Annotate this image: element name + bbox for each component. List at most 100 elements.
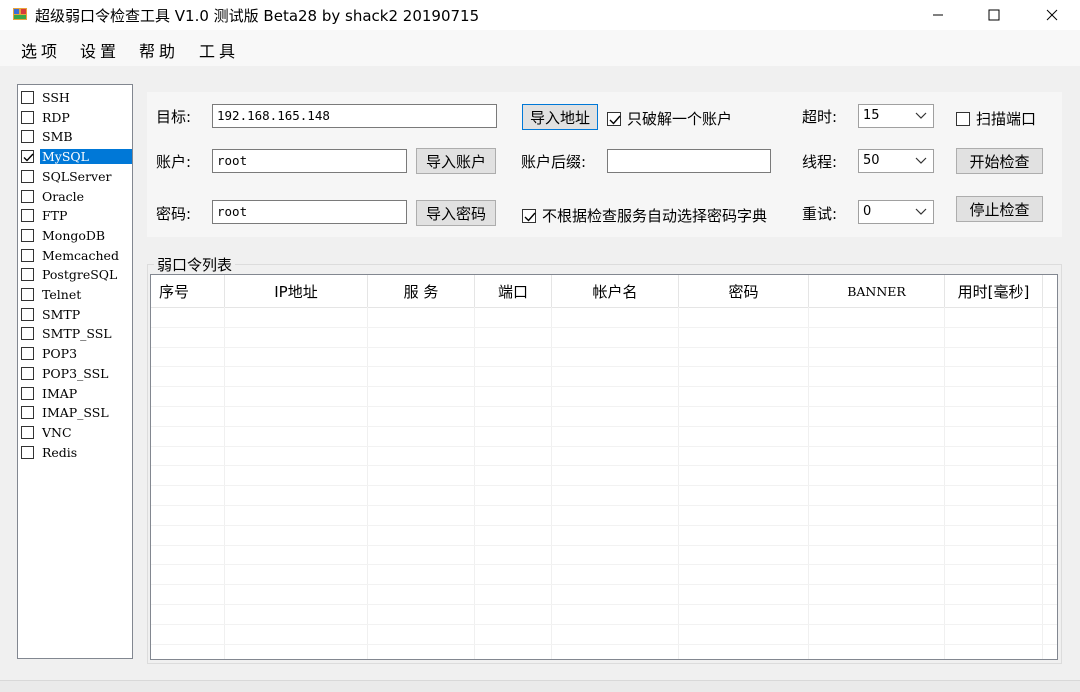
table-row	[151, 524, 1057, 526]
service-item-label: PostgreSQL	[42, 267, 118, 283]
stop-check-button[interactable]: 停止检查	[956, 196, 1043, 222]
service-item-ftp[interactable]: FTP	[21, 206, 132, 225]
threads-value: 50	[863, 153, 880, 168]
service-item-rdp[interactable]: RDP	[21, 108, 132, 127]
checkbox-box[interactable]	[21, 347, 34, 361]
checkbox-box[interactable]	[21, 169, 34, 183]
app-icon	[12, 6, 28, 22]
column-header[interactable]: 密码	[679, 275, 809, 307]
service-item-vnc[interactable]: VNC	[21, 423, 132, 442]
threads-label: 线程:	[802, 153, 838, 171]
chevron-down-icon	[915, 208, 927, 215]
service-item-memcached[interactable]: Memcached	[21, 246, 132, 265]
menu-tools[interactable]: 工具	[199, 38, 239, 62]
retry-label: 重试:	[802, 205, 838, 223]
service-item-redis[interactable]: Redis	[21, 443, 132, 462]
checkbox-box[interactable]	[21, 189, 34, 203]
column-divider	[1042, 307, 1043, 659]
checkbox-box[interactable]	[21, 110, 34, 124]
import-account-button[interactable]: 导入账户	[416, 148, 496, 174]
import-password-button[interactable]: 导入密码	[416, 200, 496, 226]
checkbox-box[interactable]	[21, 248, 34, 262]
menu-settings[interactable]: 设置	[80, 38, 120, 62]
table-row	[151, 465, 1057, 467]
minimize-icon	[933, 14, 943, 16]
results-group-title: 弱口令列表	[154, 254, 236, 275]
minimize-button[interactable]	[910, 0, 966, 30]
column-divider	[808, 307, 809, 659]
menu-options[interactable]: 选项	[21, 38, 61, 62]
results-table[interactable]: 序号 IP地址服 务端口 帐户名 密码 BANNER 用时[毫秒]	[150, 274, 1058, 660]
service-item-label: FTP	[42, 208, 68, 224]
table-row	[151, 485, 1057, 487]
checkbox-box[interactable]	[522, 208, 536, 223]
service-item-telnet[interactable]: Telnet	[21, 285, 132, 304]
service-checklist[interactable]: SSH RDP SMB MySQL SQLServer Oracle FTP MongoDB M…	[17, 84, 133, 659]
target-input[interactable]: 192.168.165.148	[212, 104, 497, 128]
checkbox-box[interactable]	[21, 91, 34, 104]
column-header[interactable]: 用时[毫秒]	[945, 275, 1043, 307]
timeout-select[interactable]: 15	[858, 104, 934, 128]
password-input[interactable]: root	[212, 200, 407, 224]
service-item-label: RDP	[42, 109, 70, 125]
column-header[interactable]: 序号	[151, 275, 225, 307]
service-item-mysql[interactable]: MySQL	[21, 147, 132, 166]
table-row	[151, 564, 1057, 566]
close-button[interactable]	[1024, 0, 1080, 30]
chevron-down-icon	[915, 112, 927, 119]
maximize-button[interactable]	[966, 0, 1022, 30]
account-input[interactable]: root	[212, 149, 407, 173]
account-label: 账户:	[156, 153, 192, 171]
checkbox-box[interactable]	[607, 111, 621, 126]
service-item-smtp_ssl[interactable]: SMTP_SSL	[21, 324, 132, 343]
checkbox-box[interactable]	[21, 228, 34, 242]
service-item-smb[interactable]: SMB	[21, 127, 132, 146]
service-item-oracle[interactable]: Oracle	[21, 187, 132, 206]
service-item-pop3_ssl[interactable]: POP3_SSL	[21, 364, 132, 383]
scan-ports-checkbox[interactable]: 扫描端口	[956, 108, 1036, 129]
menu-help[interactable]: 帮助	[139, 38, 179, 62]
service-item-ssh[interactable]: SSH	[21, 88, 132, 107]
auto-dict-checkbox[interactable]: 不根据检查服务自动选择密码字典	[522, 205, 767, 226]
service-item-sqlserver[interactable]: SQLServer	[21, 167, 132, 186]
start-check-button[interactable]: 开始检查	[956, 148, 1043, 174]
service-item-label: POP3	[42, 346, 78, 362]
title-bar: 超级弱口令检查工具 V1.0 测试版 Beta28 by shack2 2019…	[0, 0, 1080, 30]
column-header[interactable]: 服 务	[368, 275, 475, 307]
column-header[interactable]: IP地址	[225, 275, 368, 307]
checkbox-box[interactable]	[956, 111, 970, 126]
retry-select[interactable]: 0	[858, 200, 934, 224]
column-header[interactable]: BANNER	[809, 275, 945, 307]
checkbox-box[interactable]	[21, 209, 34, 223]
table-row	[151, 584, 1057, 586]
only-one-account-checkbox[interactable]: 只破解一个账户	[607, 108, 732, 129]
checkbox-box[interactable]	[21, 327, 34, 341]
service-item-imap[interactable]: IMAP	[21, 384, 132, 403]
checkbox-box[interactable]	[21, 445, 34, 459]
checkbox-box[interactable]	[21, 386, 34, 400]
checkbox-box[interactable]	[21, 130, 34, 144]
service-item-imap_ssl[interactable]: IMAP_SSL	[21, 403, 132, 422]
checkbox-box[interactable]	[21, 406, 34, 420]
import-address-button[interactable]: 导入地址	[522, 104, 598, 130]
checkbox-box[interactable]	[21, 288, 34, 301]
checkbox-box[interactable]	[21, 366, 34, 380]
column-header[interactable]: 端口	[475, 275, 552, 307]
table-row	[151, 623, 1057, 625]
service-item-smtp[interactable]: SMTP	[21, 305, 132, 324]
column-header[interactable]: 帐户名	[552, 275, 679, 307]
checkbox-box[interactable]	[21, 150, 34, 164]
checkbox-box[interactable]	[21, 425, 34, 439]
service-item-mongodb[interactable]: MongoDB	[21, 226, 132, 245]
checkbox-box[interactable]	[21, 307, 34, 321]
service-item-postgresql[interactable]: PostgreSQL	[21, 265, 132, 284]
account-suffix-input[interactable]	[607, 149, 771, 173]
service-item-label: MySQL	[40, 149, 132, 165]
threads-select[interactable]: 50	[858, 149, 934, 173]
checkbox-box[interactable]	[21, 268, 34, 282]
table-row	[151, 366, 1057, 368]
only-one-account-label: 只破解一个账户	[627, 110, 733, 128]
service-item-pop3[interactable]: POP3	[21, 344, 132, 363]
column-divider	[678, 307, 679, 659]
service-item-label: IMAP	[42, 385, 78, 401]
